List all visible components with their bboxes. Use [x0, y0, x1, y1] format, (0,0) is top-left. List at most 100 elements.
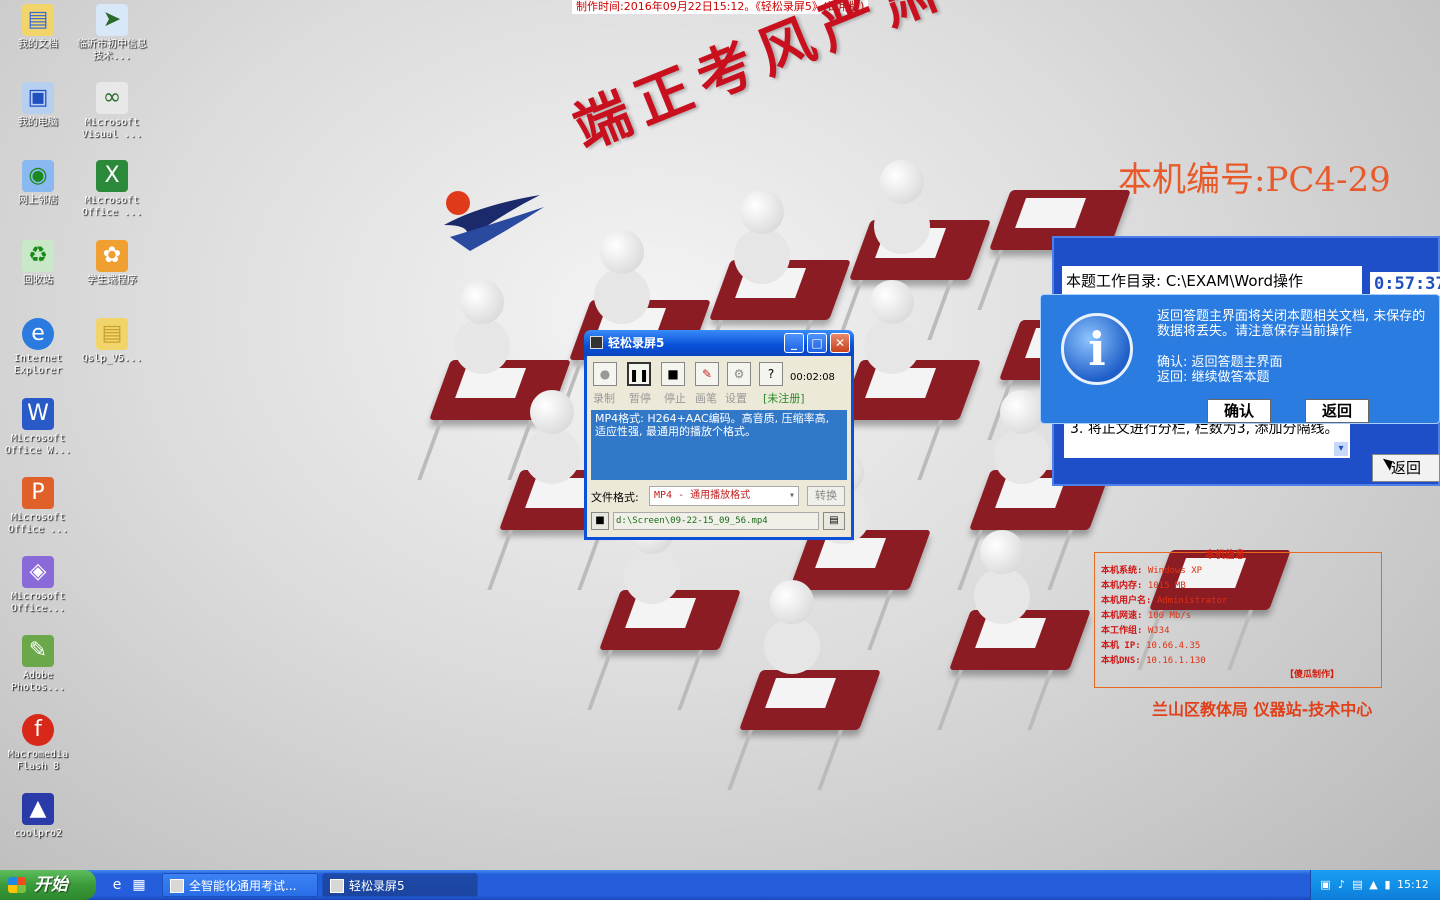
- toolbar-labels: 录制 暂停 停止 画笔 设置 [未注册]: [587, 390, 851, 406]
- network-icon: ◉: [22, 160, 54, 192]
- maximize-button[interactable]: □: [807, 333, 827, 353]
- folder-open-icon[interactable]: ▤: [823, 512, 845, 530]
- desktop-icon-excel[interactable]: X Microsoft Office ...: [74, 160, 150, 219]
- recorder-task-icon: [330, 879, 344, 893]
- desktop-icon-recycle-bin[interactable]: ♻ 回收站: [0, 240, 76, 287]
- info-row: 本机 IP: 10.66.4.35: [1101, 641, 1201, 651]
- confirm-message: 返回答题主界面将关闭本题相关文档, 未保存的数据将丢失。请注意保存当前操作 确认…: [1157, 309, 1433, 385]
- ie-quicklaunch-icon[interactable]: e: [108, 876, 126, 894]
- task-exam-label: 全智能化通用考试...: [189, 879, 297, 893]
- visual-studio-icon: ∞: [96, 82, 128, 114]
- picture-manager-icon: ◈: [22, 556, 54, 588]
- confirm-message-line3: 返回: 继续做答本题: [1157, 370, 1270, 385]
- tray-signal-icon[interactable]: ▮: [1381, 878, 1394, 891]
- info-row: 本机用户名: Administrator: [1101, 596, 1228, 606]
- output-path-field[interactable]: d:\Screen\09-22-15_09_56.mp4: [613, 512, 819, 530]
- folder-icon: ▤: [96, 318, 128, 350]
- info-row: 本机内存: 1015 MB: [1101, 581, 1186, 591]
- info-row: 本机网速: 100 Mb/s: [1101, 611, 1192, 621]
- task-recorder-label: 轻松录屏5: [349, 879, 405, 893]
- convert-button[interactable]: 转换: [807, 486, 845, 506]
- settings-button[interactable]: ⚙: [727, 362, 751, 386]
- excel-icon: X: [96, 160, 128, 192]
- tray-volume-icon[interactable]: ♪: [1335, 878, 1348, 891]
- format-row: 文件格式: MP4 - 通用播放格式 转换: [587, 484, 851, 508]
- show-desktop-icon[interactable]: ▦: [130, 876, 148, 894]
- tray-app-icon[interactable]: ▣: [1319, 878, 1332, 891]
- windows-logo-icon: [8, 877, 26, 893]
- word-icon: W: [22, 398, 54, 430]
- settings-label: 设置: [725, 392, 747, 405]
- close-button[interactable]: ✕: [830, 333, 850, 353]
- confirm-message-line2: 确认: 返回答题主界面: [1157, 355, 1283, 370]
- recorder-title: 轻松录屏5: [608, 336, 665, 350]
- task-exam-app[interactable]: 全智能化通用考试...: [162, 873, 318, 897]
- desktop-icon-powerpoint[interactable]: P Microsoft Office ...: [0, 477, 76, 536]
- powerpoint-icon: P: [22, 477, 54, 509]
- info-row: 本机DNS: 10.16.1.130: [1101, 656, 1206, 666]
- info-icon: i: [1061, 313, 1133, 385]
- desktop-icon-ie[interactable]: e Internet Explorer: [0, 318, 76, 377]
- start-label: 开始: [34, 875, 68, 895]
- register-link[interactable]: [未注册]: [763, 390, 805, 406]
- work-directory: 本题工作目录: C:\EXAM\Word操作: [1062, 266, 1362, 296]
- my-documents-icon: ▤: [22, 4, 54, 36]
- taskbar: 开始 e ▦ 全智能化通用考试... 轻松录屏5 ▣ ♪ ▤ ▲ ▮ 15:12: [0, 870, 1440, 900]
- confirm-message-line1: 返回答题主界面将关闭本题相关文档, 未保存的数据将丢失。请注意保存当前操作: [1157, 309, 1426, 339]
- desktop-icon-qslp[interactable]: ▤ Qslp_V5...: [74, 318, 150, 365]
- stop-button[interactable]: ■: [661, 362, 685, 386]
- desktop-icon-my-documents[interactable]: ▤ 我的文档: [0, 4, 76, 51]
- info-row: 本工作组: WJ34: [1101, 626, 1170, 636]
- shortcut-icon: ➤: [96, 4, 128, 36]
- task-recorder[interactable]: 轻松录屏5: [322, 873, 478, 897]
- pen-button[interactable]: ✎: [695, 362, 719, 386]
- system-tray: ▣ ♪ ▤ ▲ ▮ 15:12: [1310, 870, 1440, 900]
- pen-label: 画笔: [695, 392, 717, 405]
- scroll-down-icon[interactable]: ▾: [1334, 442, 1348, 456]
- help-button[interactable]: ?: [759, 362, 783, 386]
- output-path-row: ■ d:\Screen\09-22-15_09_56.mp4 ▤: [587, 510, 851, 532]
- record-button[interactable]: ●: [593, 362, 617, 386]
- logo-icon: [444, 191, 544, 251]
- exam-timer: 0:57:37: [1370, 272, 1440, 296]
- desktop-icon-visual[interactable]: ∞ Microsoft Visual ...: [74, 82, 150, 141]
- desktop-icon-student-app[interactable]: ✿ 学生端程序: [74, 240, 150, 287]
- confirm-ok-button[interactable]: 确认: [1207, 399, 1271, 423]
- desktop-icon-network[interactable]: ◉ 网上邻居: [0, 160, 76, 207]
- desktop-icon-linyi[interactable]: ➤ 临沂市初中信息技术...: [74, 4, 150, 63]
- desktop-icons: ▤ 我的文档 ➤ 临沂市初中信息技术... ▣ 我的电脑 ∞ Microsoft…: [0, 0, 160, 860]
- organization-label: 兰山区教体局 仪器站-技术中心: [1152, 700, 1373, 719]
- save-icon[interactable]: ■: [591, 512, 609, 530]
- clock: 15:12: [1397, 878, 1429, 891]
- minimize-button[interactable]: _: [784, 333, 804, 353]
- desktop-icon-word[interactable]: W Microsoft Office W...: [0, 398, 76, 457]
- machine-info-box: 本机信息 本机系统: Windows XP 本机内存: 1015 MB 本机用户…: [1094, 550, 1382, 688]
- recorder-titlebar[interactable]: 轻松录屏5 _ □ ✕: [584, 330, 854, 356]
- confirm-dialog: i 返回答题主界面将关闭本题相关文档, 未保存的数据将丢失。请注意保存当前操作 …: [1040, 294, 1440, 424]
- desktop-icon-coolpro[interactable]: ▲ coolpro2: [0, 793, 76, 840]
- machine-id: 本机编号:PC4-29: [1118, 160, 1391, 200]
- desktop-icon-picture-manager[interactable]: ◈ Microsoft Office...: [0, 556, 76, 615]
- my-computer-icon: ▣: [22, 82, 54, 114]
- tray-input-icon[interactable]: ▲: [1367, 878, 1380, 891]
- flash-icon: f: [22, 714, 54, 746]
- format-description: MP4格式: H264+AAC编码。高音质, 压缩率高, 适应性强, 最通用的播…: [591, 410, 847, 480]
- start-button[interactable]: 开始: [0, 870, 96, 900]
- recorder-window: 轻松录屏5 _ □ ✕ ● ❚❚ ■ ✎ ⚙ ? 00:02:08 录制 暂停 …: [584, 330, 854, 540]
- recycle-bin-icon: ♻: [22, 240, 54, 272]
- recording-timer: 00:02:08: [790, 372, 835, 383]
- recorder-toolbar: ● ❚❚ ■ ✎ ⚙ ? 00:02:08: [587, 360, 851, 390]
- info-legend: 本机信息: [1205, 550, 1245, 561]
- pause-button[interactable]: ❚❚: [627, 362, 651, 386]
- exam-app-icon: [170, 879, 184, 893]
- photoshop-icon: ✎: [22, 635, 54, 667]
- desktop-icon-my-computer[interactable]: ▣ 我的电脑: [0, 82, 76, 129]
- desktop-icon-flash[interactable]: f Macromedia Flash 8: [0, 714, 76, 773]
- confirm-back-button[interactable]: 返回: [1305, 399, 1369, 423]
- format-select[interactable]: MP4 - 通用播放格式: [649, 486, 799, 506]
- desktop-icon-photoshop[interactable]: ✎ Adobe Photos...: [0, 635, 76, 694]
- stop-label: 停止: [664, 392, 686, 405]
- format-label: 文件格式:: [591, 491, 639, 504]
- tray-network-icon[interactable]: ▤: [1351, 878, 1364, 891]
- made-by-label: 【傻瓜制作】: [1285, 670, 1340, 680]
